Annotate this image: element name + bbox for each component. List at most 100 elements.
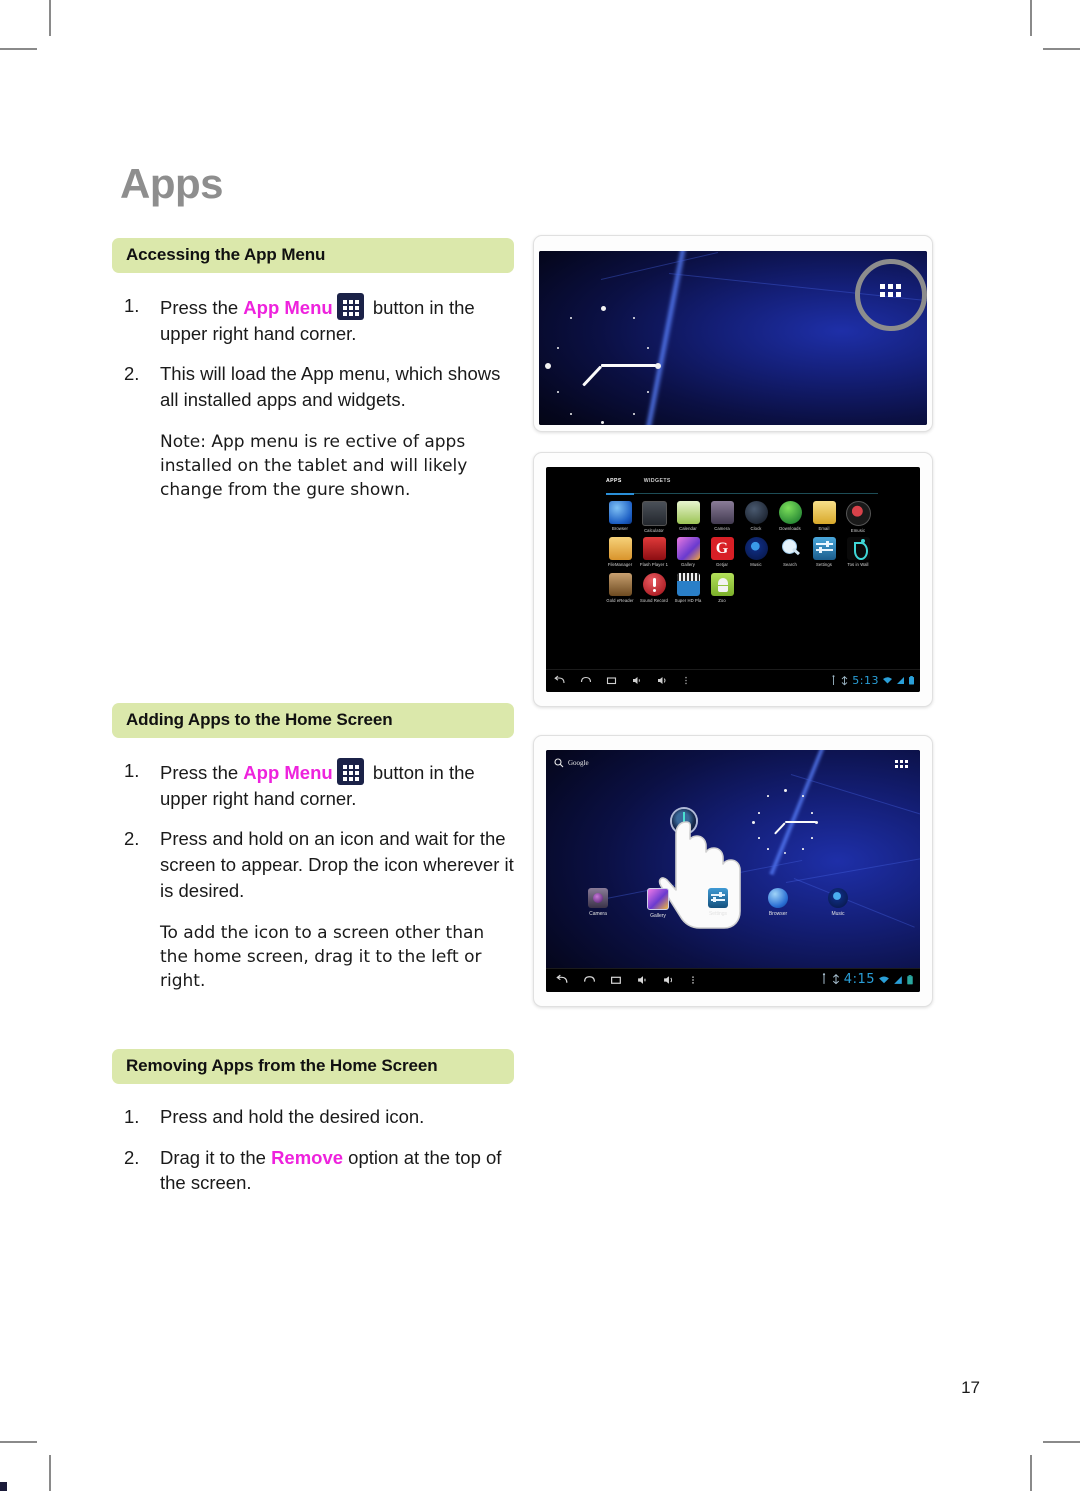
nav-buttons <box>554 675 689 686</box>
page-number: 17 <box>961 1378 980 1397</box>
crop-mark-bottom-right-horizontal <box>1043 1441 1080 1443</box>
dock-item[interactable]: Settings <box>701 888 735 919</box>
app-item[interactable]: Emusic <box>834 501 882 533</box>
app-item[interactable]: Zoo <box>698 573 746 603</box>
sound-record-icon <box>642 573 666 596</box>
file-folder-icon <box>608 537 632 560</box>
app-menu-grid-icon <box>336 293 364 320</box>
tab-divider <box>606 493 878 494</box>
crop-mark-top-right-vertical <box>1030 0 1032 36</box>
dock-label: Gallery <box>650 913 666 919</box>
calendar-icon <box>676 501 700 524</box>
step-text: Press the App Menu button in the upper r… <box>160 293 514 346</box>
super-hd-player-icon <box>676 573 700 596</box>
step-number: 1. <box>124 760 140 782</box>
step-number: 2. <box>124 1146 140 1168</box>
step-text-pre: Press the <box>160 762 244 784</box>
nav-buttons <box>556 974 696 986</box>
instructions-column: Accessing the App Menu 1. Press the App … <box>112 238 514 1211</box>
tos-in-wall-icon <box>846 537 870 560</box>
search-magnifier-icon <box>779 537 802 560</box>
ereader-book-icon <box>608 573 632 596</box>
dock-item[interactable]: Camera <box>581 888 615 919</box>
step-item: 1. Press the App Menu button in the uppe… <box>112 758 514 811</box>
registration-dot <box>0 1482 7 1491</box>
gallery-icon <box>647 888 669 910</box>
home-icon[interactable] <box>580 675 592 686</box>
step-text: Press the App Menu button in the upper r… <box>160 758 514 811</box>
wifi-icon <box>879 975 889 983</box>
calculator-icon <box>641 501 667 526</box>
volume-up-icon[interactable] <box>663 974 676 986</box>
figure-app-drawer: APPS WIDGETS Browser Calculator Calendar… <box>533 452 933 707</box>
crop-mark-bottom-left-horizontal <box>0 1441 37 1443</box>
section-header-removing-apps: Removing Apps from the Home Screen <box>112 1049 514 1085</box>
figure-home-drag: Google Camera Gallery Settings Browser M… <box>533 735 933 1007</box>
back-icon[interactable] <box>556 974 569 986</box>
android-navigation-bar: 4:15 <box>546 968 920 992</box>
usb-icon <box>832 674 835 685</box>
status-time: 5:13 <box>852 674 879 687</box>
app-menu-grid-icon <box>336 758 364 786</box>
tablet-screen: APPS WIDGETS Browser Calculator Calendar… <box>546 467 920 692</box>
settings-sliders-icon <box>812 537 836 560</box>
music-icon <box>744 537 768 560</box>
step-text: Press and hold the desired icon. <box>160 1106 425 1128</box>
dock-label: Browser <box>768 911 788 917</box>
volume-down-icon[interactable] <box>632 675 643 686</box>
camera-icon <box>710 501 734 524</box>
google-search-bar[interactable]: Google <box>554 758 589 768</box>
hand-drag-cursor <box>658 821 741 929</box>
dock-label: Camera <box>589 911 607 917</box>
tablet-screen: Google Camera Gallery Settings Browser M… <box>546 750 920 992</box>
tab-apps[interactable]: APPS <box>606 478 622 488</box>
recents-icon[interactable] <box>610 974 623 986</box>
step-item: 2. This will load the App menu, which sh… <box>112 361 514 412</box>
crop-mark-bottom-right-vertical <box>1030 1455 1032 1491</box>
app-item[interactable]: Tos in Wall <box>834 537 882 567</box>
recents-icon[interactable] <box>606 675 618 686</box>
dock-label: Settings <box>708 911 728 917</box>
drawer-tabs: APPS WIDGETS <box>606 478 671 488</box>
dock-item[interactable]: Browser <box>761 888 795 919</box>
emusic-icon <box>845 501 871 526</box>
wifi-icon <box>883 677 892 684</box>
battery-icon <box>907 974 913 984</box>
home-icon[interactable] <box>583 974 596 986</box>
music-icon <box>828 888 848 908</box>
android-navigation-bar: 5:13 <box>546 669 920 692</box>
highlight-circle <box>855 259 927 331</box>
tablet-screen <box>539 251 927 425</box>
step-item: 2. Press and hold on an icon and wait fo… <box>112 826 514 903</box>
volume-up-icon[interactable] <box>657 675 669 686</box>
app-label: Emusic <box>850 528 866 533</box>
crop-mark-top-right-horizontal <box>1043 48 1080 50</box>
clock-icon <box>744 501 768 524</box>
dock-item[interactable]: Gallery <box>641 888 675 919</box>
step-text: This will load the App menu, which shows… <box>160 363 501 410</box>
sync-icon <box>832 974 839 985</box>
tab-widgets[interactable]: WIDGETS <box>644 478 671 488</box>
volume-down-icon[interactable] <box>637 974 649 986</box>
crop-mark-top-left-vertical <box>49 0 51 36</box>
back-icon[interactable] <box>554 675 566 686</box>
signal-icon <box>897 677 904 684</box>
menu-dots-icon[interactable] <box>690 974 696 986</box>
app-grid: Browser Calculator Calendar Camera Clock… <box>596 501 896 631</box>
email-envelope-icon <box>812 501 836 524</box>
step-item: 2. Drag it to the Remove option at the t… <box>112 1145 514 1196</box>
figure-home-highlight <box>533 235 933 432</box>
clock-widget <box>543 303 673 425</box>
browser-globe-icon <box>608 501 632 524</box>
downloads-icon <box>778 501 802 524</box>
home-dock: Camera Gallery Settings Browser Music <box>581 888 855 919</box>
dock-label: Music <box>831 911 845 917</box>
browser-globe-icon <box>768 888 788 908</box>
app-menu-grid-icon[interactable] <box>895 760 910 771</box>
app-label: Zoo <box>718 598 726 603</box>
status-icons: 5:13 <box>830 674 915 687</box>
remove-highlight: Remove <box>271 1146 344 1168</box>
dock-item[interactable]: Music <box>821 888 855 919</box>
menu-dots-icon[interactable] <box>683 675 689 686</box>
page-title: Apps <box>120 160 224 207</box>
